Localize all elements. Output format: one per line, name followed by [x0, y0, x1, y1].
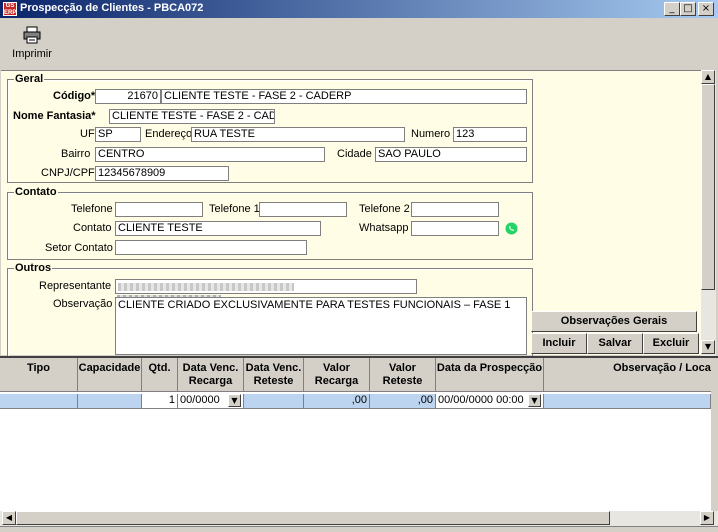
- row-cell-valor-reteste[interactable]: ,00: [370, 394, 436, 409]
- whatsapp-label: Whatsapp: [359, 222, 409, 234]
- nome-fantasia-label: Nome Fantasia*: [13, 110, 96, 122]
- cnpj-label: CNPJ/CPF: [41, 167, 95, 179]
- telefone-field[interactable]: [115, 202, 203, 217]
- whatsapp-field[interactable]: [411, 221, 499, 236]
- contato-legend: Contato: [14, 186, 58, 198]
- scroll-right-arrow-icon[interactable]: ▶: [700, 511, 714, 525]
- row-cell-data-prospeccao-value: 00/00/0000 00:00: [438, 394, 524, 406]
- scroll-left-arrow-icon[interactable]: ◀: [2, 511, 16, 525]
- telefone2-field[interactable]: [411, 202, 499, 217]
- printer-icon: [23, 26, 41, 44]
- setor-contato-field[interactable]: [115, 240, 307, 255]
- grid-horizontal-scrollbar[interactable]: ◀ ▶: [0, 511, 718, 526]
- col-header-observacao[interactable]: Observação / Locali: [544, 358, 718, 392]
- col-header-valor-recarga-line2: Recarga: [314, 375, 359, 387]
- chevron-down-icon[interactable]: ▼: [528, 394, 541, 407]
- col-header-venc-reteste[interactable]: Data Venc. Reteste: [244, 358, 304, 392]
- telefone1-label: Telefone 1: [209, 203, 260, 215]
- chevron-down-icon[interactable]: ▼: [228, 394, 241, 407]
- col-header-capacidade[interactable]: Capacidade: [78, 358, 142, 392]
- app-logo-icon: GS ERP: [3, 2, 17, 16]
- col-header-tipo[interactable]: Tipo: [0, 358, 78, 392]
- col-header-qtd-label: Qtd.: [148, 362, 171, 374]
- row-cell-venc-reteste[interactable]: [244, 394, 304, 409]
- row-cell-qtd[interactable]: 1: [142, 394, 178, 409]
- window-title: Prospecção de Clientes - PBCA072: [20, 2, 204, 14]
- cnpj-field[interactable]: 12345678909: [95, 166, 229, 181]
- cidade-label: Cidade: [337, 148, 372, 160]
- representante-label: Representante: [39, 280, 112, 292]
- geral-legend: Geral: [14, 73, 45, 85]
- nome-fantasia-field[interactable]: CLIENTE TESTE - FASE 2 - CADERP: [109, 109, 275, 124]
- col-header-qtd[interactable]: Qtd.: [142, 358, 178, 392]
- form-vertical-scrollbar[interactable]: ▲ ▼: [701, 70, 716, 356]
- col-header-data-prospeccao[interactable]: Data da Prospecção: [436, 358, 544, 392]
- row-cell-tipo[interactable]: [0, 394, 78, 409]
- col-header-observacao-label: Observação / Locali: [613, 362, 717, 374]
- row-cell-capacidade[interactable]: [78, 394, 142, 409]
- incluir-button[interactable]: Incluir: [531, 333, 587, 354]
- numero-label: Numero: [411, 128, 451, 140]
- outros-legend: Outros: [14, 262, 53, 274]
- row-cell-venc-recarga[interactable]: 00/0000 ▼: [178, 394, 244, 409]
- contato-label: Contato: [73, 222, 112, 234]
- contato-field[interactable]: CLIENTE TESTE: [115, 221, 321, 236]
- observacao-label: Observação: [53, 298, 113, 310]
- telefone2-label: Telefone 2: [359, 203, 410, 215]
- codigo-label: Código*: [53, 90, 96, 102]
- col-header-venc-recarga-line2: Recarga: [188, 375, 233, 387]
- minimize-button[interactable]: _: [664, 2, 680, 16]
- col-header-valor-recarga-line1: Valor: [323, 362, 350, 374]
- items-grid: Tipo Capacidade Qtd. Data Venc. Recarga D…: [0, 356, 718, 513]
- col-header-venc-reteste-line2: Reteste: [253, 375, 294, 387]
- uf-field[interactable]: SP: [95, 127, 141, 142]
- scroll-up-arrow-icon[interactable]: ▲: [701, 70, 715, 84]
- row-cell-venc-recarga-value: 00/0000: [180, 394, 220, 406]
- salvar-button[interactable]: Salvar: [587, 333, 643, 354]
- row-cell-valor-recarga[interactable]: ,00: [304, 394, 370, 409]
- col-header-data-prospeccao-label: Data da Prospecção: [436, 362, 543, 374]
- grid-scroll-thumb[interactable]: [16, 511, 610, 525]
- print-label: Imprimir: [12, 48, 52, 60]
- print-button[interactable]: Imprimir: [4, 24, 60, 64]
- form-panel: Geral Código* 21670 CLIENTE TESTE - FASE…: [1, 70, 701, 359]
- col-header-capacidade-label: Capacidade: [78, 362, 141, 374]
- excluir-button[interactable]: Excluir: [643, 333, 699, 354]
- grid-vertical-scrollbar[interactable]: [711, 358, 718, 511]
- col-header-venc-recarga[interactable]: Data Venc. Recarga: [178, 358, 244, 392]
- representante-redacted: [118, 283, 294, 291]
- row-cell-observacao[interactable]: [544, 394, 711, 409]
- representante-field[interactable]: [115, 279, 417, 294]
- codigo-field[interactable]: 21670: [95, 89, 161, 104]
- cidade-field[interactable]: SAO PAULO: [375, 147, 527, 162]
- col-header-valor-recarga[interactable]: Valor Recarga: [304, 358, 370, 392]
- col-header-tipo-label: Tipo: [26, 362, 50, 374]
- codigo-description-field: CLIENTE TESTE - FASE 2 - CADERP: [161, 89, 527, 104]
- setor-contato-label: Setor Contato: [45, 242, 113, 254]
- telefone1-field[interactable]: [259, 202, 347, 217]
- maximize-button[interactable]: □: [680, 2, 696, 16]
- numero-field[interactable]: 123: [453, 127, 527, 142]
- bairro-field[interactable]: CENTRO: [95, 147, 325, 162]
- endereco-label: Endereço: [145, 128, 193, 140]
- col-header-valor-reteste-line2: Reteste: [382, 375, 423, 387]
- form-scroll-thumb[interactable]: [701, 84, 715, 290]
- telefone-label: Telefone: [71, 203, 113, 215]
- status-bar: [0, 526, 718, 532]
- col-header-valor-reteste-line1: Valor: [389, 362, 416, 374]
- col-header-valor-reteste[interactable]: Valor Reteste: [370, 358, 436, 392]
- uf-label: UF: [80, 128, 95, 140]
- col-header-venc-reteste-line1: Data Venc.: [245, 362, 302, 374]
- bairro-label: Bairro: [61, 148, 91, 160]
- whatsapp-icon[interactable]: [505, 222, 518, 235]
- close-button[interactable]: ×: [698, 2, 714, 16]
- endereco-field[interactable]: RUA TESTE: [191, 127, 405, 142]
- col-header-venc-recarga-line1: Data Venc.: [182, 362, 239, 374]
- observacao-textarea[interactable]: CLIENTE CRIADO EXCLUSIVAMENTE PARA TESTE…: [115, 297, 527, 355]
- row-cell-data-prospeccao[interactable]: 00/00/0000 00:00 ▼: [436, 394, 544, 409]
- observacoes-gerais-button[interactable]: Observações Gerais: [531, 311, 697, 332]
- scroll-down-arrow-icon[interactable]: ▼: [701, 340, 715, 354]
- toolbar: [0, 18, 718, 70]
